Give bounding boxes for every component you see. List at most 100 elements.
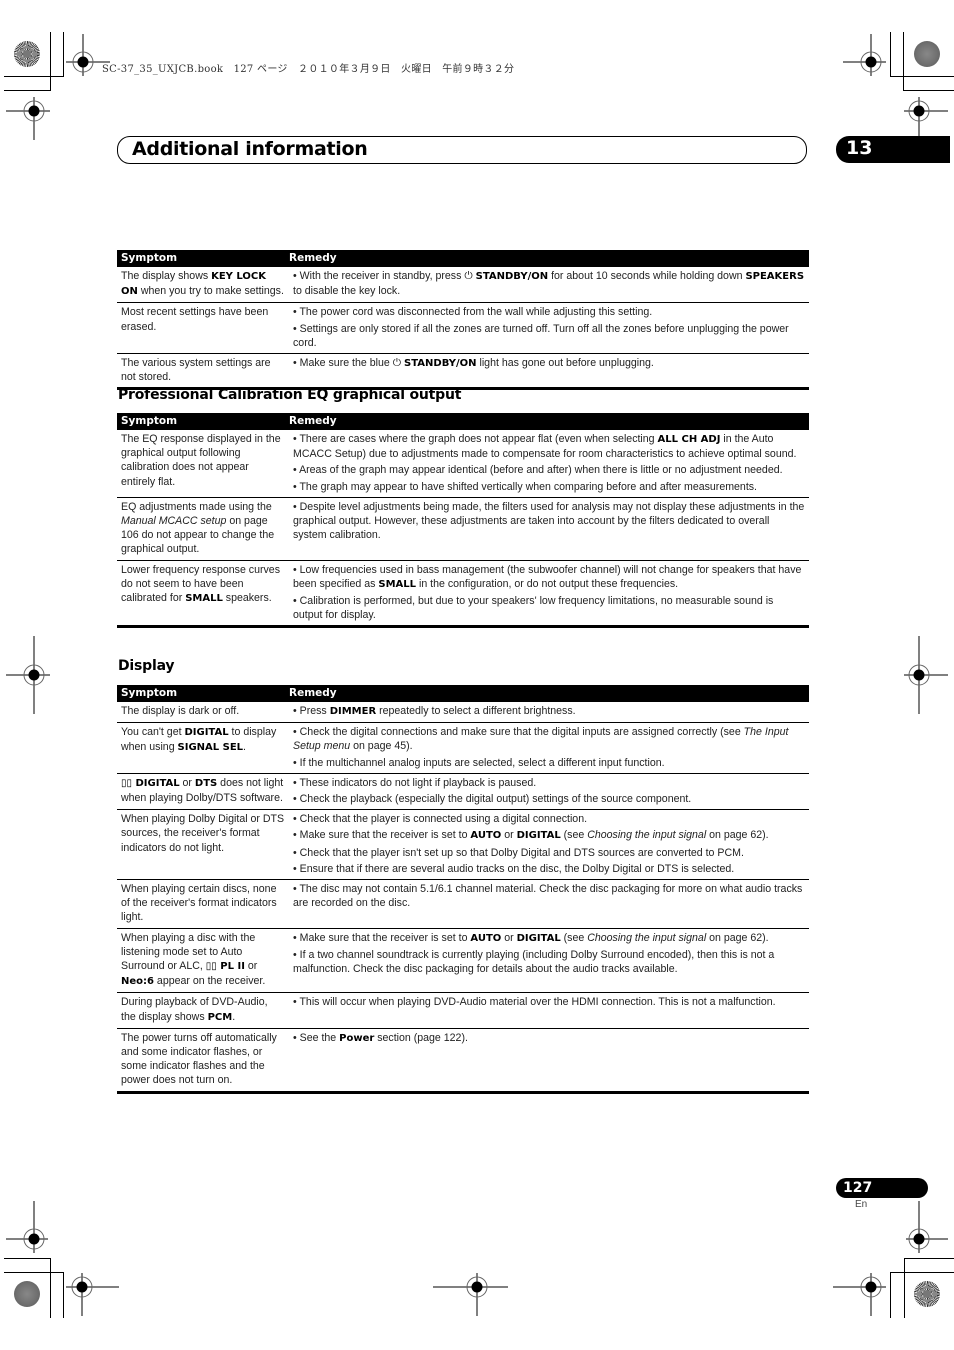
symptom-cell: ▯▯ DIGITAL or DTS does not light when pl… bbox=[121, 776, 284, 805]
table-body: The EQ response displayed in the graphic… bbox=[117, 430, 809, 625]
table-row: The display is dark or off. • Press DIMME… bbox=[117, 702, 809, 722]
chapter-title: Additional information bbox=[132, 138, 368, 160]
registration-target-icon bbox=[904, 97, 948, 136]
remedy-item: • Check the playback (especially the dig… bbox=[293, 793, 692, 806]
table-row: The power turns off automatically and so… bbox=[117, 1027, 809, 1091]
registration-target-icon bbox=[6, 636, 50, 714]
page-number: 127 bbox=[843, 1180, 873, 1196]
table-row: The display shows KEY LOCK ON when you t… bbox=[117, 267, 809, 302]
registration-target-icon bbox=[904, 636, 948, 714]
table-row: The various system settings are not stor… bbox=[117, 353, 809, 387]
remedy-item: • Calibration is performed, but due to y… bbox=[293, 595, 774, 622]
remedy-cell: • There are cases where the graph does n… bbox=[289, 430, 809, 497]
table-row: When playing a disc with the listening m… bbox=[117, 927, 809, 993]
registration-target-icon bbox=[433, 1273, 508, 1316]
remedy-item: • The graph may appear to have shifted v… bbox=[293, 480, 758, 493]
remedy-item: • Make sure that the receiver is set to … bbox=[293, 829, 769, 842]
remedy-cell: • Press DIMMER repeatedly to select a di… bbox=[289, 702, 809, 722]
symptom-cell: Most recent settings have been erased. bbox=[121, 306, 269, 333]
symptom-cell: Lower frequency response curves do not s… bbox=[121, 563, 280, 605]
table-row: You can't get DIGITAL to display when us… bbox=[117, 722, 809, 773]
remedy-item: • Make sure that the receiver is set to … bbox=[293, 931, 769, 944]
symptom-cell: EQ adjustments made using the Manual MCA… bbox=[121, 500, 275, 556]
column-header-remedy: Remedy bbox=[289, 252, 337, 264]
remedy-item: • Low frequencies used in bass managemen… bbox=[293, 563, 802, 590]
remedy-item: • Despite level adjustments being made, … bbox=[293, 500, 805, 542]
section-title-display: Display bbox=[118, 658, 175, 674]
remedy-item: • Check that the player isn't set up so … bbox=[293, 846, 744, 859]
registration-target-icon bbox=[6, 1201, 48, 1253]
column-header-remedy: Remedy bbox=[289, 687, 337, 699]
remedy-item: • There are cases where the graph does n… bbox=[293, 433, 797, 461]
symptom-cell: When playing a disc with the listening m… bbox=[121, 931, 266, 988]
table-header: Symptom Remedy bbox=[117, 413, 809, 430]
table-row: When playing certain discs, none of the … bbox=[117, 879, 809, 928]
table-row: Lower frequency response curves do not s… bbox=[117, 559, 809, 626]
symptom-cell: When playing certain discs, none of the … bbox=[121, 883, 277, 924]
symptom-cell: The various system settings are not stor… bbox=[121, 357, 271, 384]
remedy-cell: • The disc may not contain 5.1/6.1 chann… bbox=[289, 880, 809, 928]
table-body: The display shows KEY LOCK ON when you t… bbox=[117, 267, 809, 387]
remedy-item: • These indicators do not light if playb… bbox=[293, 776, 537, 789]
remedy-cell: • Make sure that the receiver is set to … bbox=[289, 929, 809, 993]
table-row: ▯▯ DIGITAL or DTS does not light when pl… bbox=[117, 772, 809, 809]
print-header: SC-37_35_UXJCB.book 127 ページ ２０１０年３月９日 火曜… bbox=[102, 64, 515, 75]
symptom-cell: The EQ response displayed in the graphic… bbox=[121, 433, 281, 488]
remedy-item: • See the Power section (page 122). bbox=[293, 1031, 468, 1044]
page-number-tab: 127 bbox=[836, 1178, 928, 1198]
table-body: The display is dark or off. • Press DIMME… bbox=[117, 702, 809, 1091]
registration-target-icon bbox=[66, 1273, 119, 1316]
chapter-header: Additional information bbox=[117, 136, 807, 164]
table-row: During playback of DVD-Audio, the displa… bbox=[117, 992, 809, 1027]
remedy-cell: • This will occur when playing DVD-Audio… bbox=[289, 993, 809, 1027]
registration-target-icon bbox=[6, 97, 50, 140]
registration-target-icon bbox=[843, 34, 886, 76]
remedy-item: • This will occur when playing DVD-Audio… bbox=[293, 996, 776, 1009]
symptom-cell: During playback of DVD-Audio, the displa… bbox=[121, 996, 268, 1023]
remedy-cell: • The power cord was disconnected from t… bbox=[289, 303, 809, 353]
remedy-item: • Press DIMMER repeatedly to select a di… bbox=[293, 705, 576, 717]
column-header-symptom: Symptom bbox=[121, 415, 178, 427]
column-header-symptom: Symptom bbox=[121, 687, 178, 699]
table-row: Most recent settings have been erased. • … bbox=[117, 302, 809, 353]
remedy-cell: • Low frequencies used in bass managemen… bbox=[289, 561, 809, 626]
troubleshooting-table-display: Symptom Remedy The display is dark or off.… bbox=[117, 685, 809, 1094]
table-header: Symptom Remedy bbox=[117, 685, 809, 702]
remedy-cell: • With the receiver in standby, press ⏻ … bbox=[289, 267, 809, 302]
symptom-cell: You can't get DIGITAL to display when us… bbox=[121, 726, 277, 754]
remedy-cell: • Despite level adjustments being made, … bbox=[289, 498, 809, 560]
troubleshooting-table-general: Symptom Remedy The display shows KEY LOCK … bbox=[117, 250, 809, 391]
chapter-number: 13 bbox=[846, 137, 873, 159]
remedy-item: • The power cord was disconnected from t… bbox=[293, 306, 653, 319]
symptom-cell: The display shows KEY LOCK ON when you t… bbox=[121, 270, 284, 298]
symptom-cell: The display is dark or off. bbox=[121, 705, 240, 717]
table-row: The EQ response displayed in the graphic… bbox=[117, 430, 809, 497]
remedy-cell: • Check that the player is connected usi… bbox=[289, 810, 809, 879]
table-row: When playing Dolby Digital or DTS source… bbox=[117, 809, 809, 879]
remedy-cell: • Check the digital connections and make… bbox=[289, 723, 809, 773]
remedy-item: • Check that the player is connected usi… bbox=[293, 813, 588, 826]
remedy-cell: • These indicators do not light if playb… bbox=[289, 774, 809, 809]
remedy-item: • Settings are only stored if all the zo… bbox=[293, 322, 789, 349]
remedy-item: • Make sure the blue ⏻ STANDBY/ON light … bbox=[293, 357, 654, 370]
symptom-cell: The power turns off automatically and so… bbox=[121, 1031, 277, 1087]
table-header: Symptom Remedy bbox=[117, 250, 809, 267]
page-language: En bbox=[855, 1199, 868, 1210]
registration-targets bbox=[6, 34, 948, 1316]
remedy-cell: • See the Power section (page 122). bbox=[289, 1029, 809, 1091]
table-row: EQ adjustments made using the Manual MCA… bbox=[117, 496, 809, 560]
symptom-cell: When playing Dolby Digital or DTS source… bbox=[121, 813, 285, 854]
remedy-cell: • Make sure the blue ⏻ STANDBY/ON light … bbox=[289, 354, 809, 387]
remedy-item: • Check the digital connections and make… bbox=[293, 726, 789, 753]
remedy-item: • The disc may not contain 5.1/6.1 chann… bbox=[293, 883, 803, 910]
remedy-item: • Ensure that if there are several audio… bbox=[293, 862, 735, 875]
registration-target-icon bbox=[833, 1273, 886, 1316]
remedy-item: • Areas of the graph may appear identica… bbox=[293, 464, 783, 477]
remedy-item: • With the receiver in standby, press ⏻ … bbox=[293, 270, 805, 298]
remedy-item: • If a two channel soundtrack is current… bbox=[293, 948, 775, 976]
column-header-symptom: Symptom bbox=[121, 252, 178, 264]
column-header-remedy: Remedy bbox=[289, 415, 337, 427]
chapter-number-tab: 13 bbox=[836, 136, 950, 163]
remedy-item: • If the multichannel analog inputs are … bbox=[293, 756, 665, 769]
registration-target-icon bbox=[906, 1201, 948, 1253]
